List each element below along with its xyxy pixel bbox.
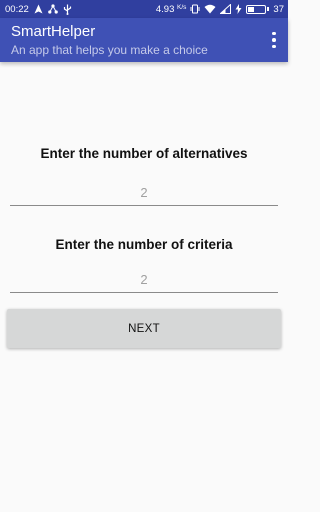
- app-title: SmartHelper: [11, 23, 96, 40]
- share-icon: [47, 3, 58, 15]
- criteria-input[interactable]: [10, 267, 278, 293]
- wifi-icon: [204, 3, 216, 15]
- alternatives-label: Enter the number of alternatives: [40, 146, 248, 161]
- alternatives-input[interactable]: [10, 180, 278, 206]
- status-bar: 00:22 4.93 K/s 37: [0, 0, 288, 18]
- more-vert-icon[interactable]: [266, 30, 282, 50]
- usb-icon: [63, 3, 72, 15]
- location-icon: [34, 3, 43, 15]
- app-bar: SmartHelper An app that helps you make a…: [0, 18, 288, 62]
- clock: 00:22: [5, 3, 29, 15]
- criteria-label: Enter the number of criteria: [55, 237, 233, 252]
- network-speed: 4.93 K/s: [155, 3, 187, 15]
- vibrate-icon: [190, 3, 200, 15]
- charging-icon: [235, 3, 242, 15]
- battery-icon: [246, 4, 270, 14]
- signal-icon: [220, 3, 232, 15]
- app-subtitle: An app that helps you make a choice: [11, 43, 208, 57]
- next-button[interactable]: NEXT: [7, 309, 281, 348]
- battery-percent: 37: [273, 3, 284, 15]
